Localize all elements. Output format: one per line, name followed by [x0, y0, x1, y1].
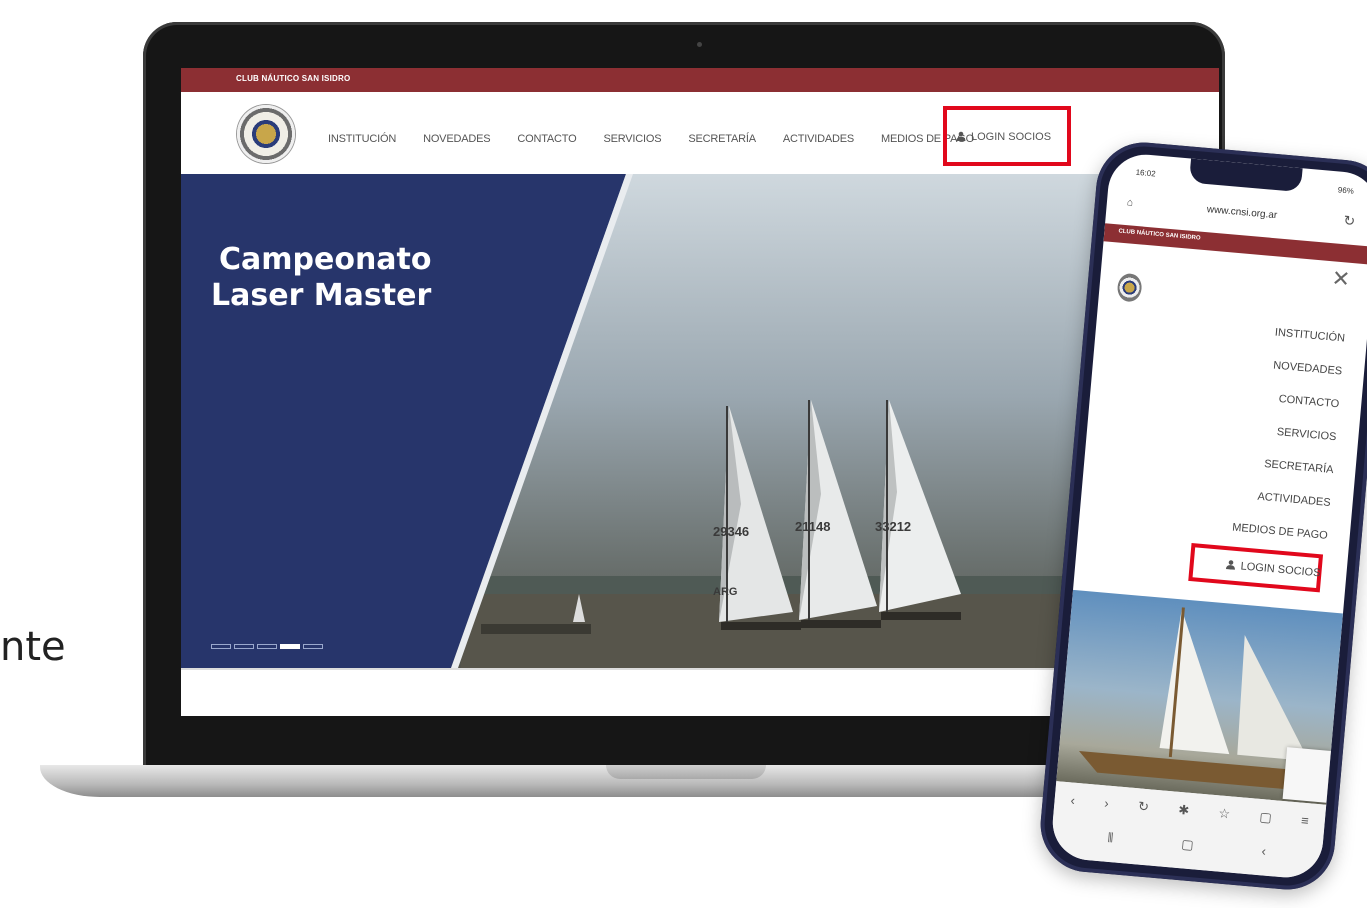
reload-icon[interactable]: ↻: [1343, 212, 1356, 230]
sail-number-2: 21148: [795, 519, 831, 534]
sail-number-1: 29346: [713, 524, 750, 539]
close-icon[interactable]: ✕: [1331, 265, 1352, 293]
sail-number-3: 33212: [875, 519, 912, 534]
slider-dot[interactable]: [303, 644, 323, 649]
slider-dot[interactable]: [234, 644, 254, 649]
pin-icon[interactable]: ✱: [1178, 802, 1190, 819]
club-logo[interactable]: [237, 105, 295, 163]
nav-item-institucion[interactable]: INSTITUCIÓN: [328, 133, 396, 145]
status-battery: 96%: [1337, 185, 1355, 196]
nav-item-servicios[interactable]: SERVICIOS: [603, 133, 661, 145]
phone-topbar-title: CLUB NÁUTICO SAN ISIDRO: [1118, 228, 1201, 242]
forward-icon[interactable]: ›: [1104, 795, 1110, 811]
back-icon[interactable]: ‹: [1070, 792, 1076, 808]
laptop-notch: [606, 765, 766, 779]
recent-apps-icon[interactable]: ⦀: [1107, 830, 1114, 846]
nav-item-secretaria[interactable]: SECRETARÍA: [688, 133, 756, 145]
site-topbar: CLUB NÁUTICO SAN ISIDRO: [181, 68, 1219, 92]
home-icon[interactable]: ⌂: [1126, 197, 1133, 208]
phone-club-logo[interactable]: [1116, 272, 1143, 303]
system-back-icon[interactable]: ‹: [1261, 843, 1267, 859]
nav-item-contacto[interactable]: CONTACTO: [517, 133, 576, 145]
hero-title-line1: Campeonato: [219, 242, 432, 277]
slider-dot[interactable]: [257, 644, 277, 649]
user-icon: [1225, 560, 1235, 570]
user-icon: [956, 131, 966, 141]
recaptcha-badge[interactable]: [1282, 747, 1331, 803]
address-bar-url[interactable]: www.cnsi.org.ar: [1107, 195, 1367, 230]
star-icon[interactable]: ☆: [1218, 805, 1231, 822]
refresh-icon[interactable]: ↻: [1137, 798, 1149, 815]
tabs-icon[interactable]: ▢: [1259, 809, 1273, 826]
system-nav-row: ⦀ ▢ ‹: [1067, 826, 1306, 863]
site-nav: INSTITUCIÓN NOVEDADES CONTACTO SERVICIOS…: [328, 133, 974, 145]
login-socios-label: LOGIN SOCIOS: [971, 131, 1052, 143]
laptop-camera: [697, 42, 702, 47]
site-topbar-title: CLUB NÁUTICO SAN ISIDRO: [236, 74, 351, 83]
hero-title-line2: Laser Master: [211, 278, 432, 313]
stray-text: nte: [0, 624, 66, 670]
site-navbar: INSTITUCIÓN NOVEDADES CONTACTO SERVICIOS…: [181, 92, 1219, 174]
status-time: 16:02: [1135, 167, 1157, 179]
slider-dot-active[interactable]: [280, 644, 300, 649]
phone-login-label: LOGIN SOCIOS: [1240, 560, 1321, 580]
nav-item-novedades[interactable]: NOVEDADES: [423, 133, 490, 145]
hero-title: Campeonato Laser Master: [211, 242, 432, 314]
nav-item-actividades[interactable]: ACTIVIDADES: [783, 133, 854, 145]
slider-dots: [211, 644, 323, 649]
menu-icon[interactable]: ≡: [1300, 813, 1310, 830]
phone-menu: INSTITUCIÓN NOVEDADES CONTACTO SERVICIOS…: [1231, 314, 1347, 552]
slider-dot[interactable]: [211, 644, 231, 649]
login-socios-link[interactable]: LOGIN SOCIOS: [956, 131, 1051, 143]
phone-site-topbar: CLUB NÁUTICO SAN ISIDRO: [1103, 223, 1367, 265]
home-button-icon[interactable]: ▢: [1181, 836, 1195, 853]
phone-menu-medios-de-pago[interactable]: MEDIOS DE PAGO: [1231, 512, 1329, 553]
sail-country: ARG: [713, 586, 738, 598]
